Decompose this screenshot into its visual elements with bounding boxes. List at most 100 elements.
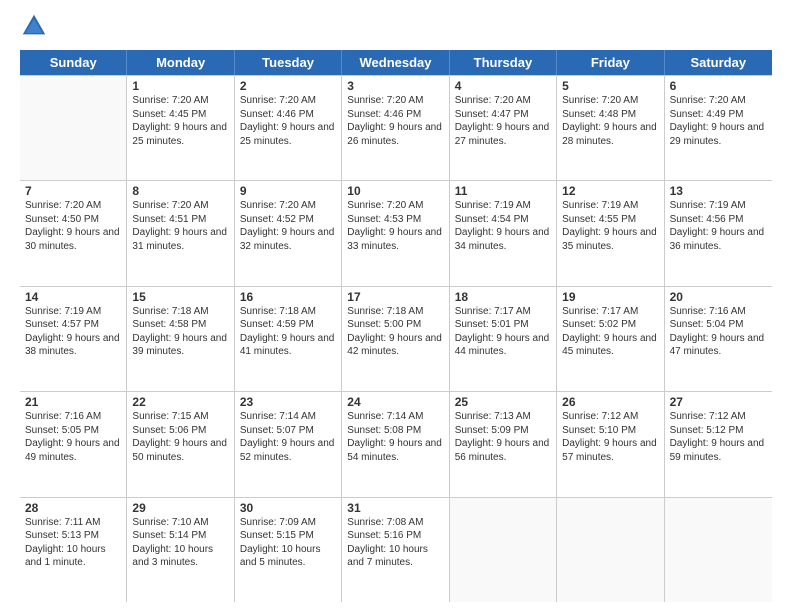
day-number: 3 — [347, 79, 443, 93]
calendar-day-30: 30Sunrise: 7:09 AM Sunset: 5:15 PM Dayli… — [235, 498, 342, 602]
day-info: Sunrise: 7:18 AM Sunset: 4:59 PM Dayligh… — [240, 305, 336, 359]
day-number: 8 — [132, 184, 228, 198]
day-number: 22 — [132, 395, 228, 409]
day-info: Sunrise: 7:08 AM Sunset: 5:16 PM Dayligh… — [347, 516, 443, 570]
calendar-day-27: 27Sunrise: 7:12 AM Sunset: 5:12 PM Dayli… — [665, 392, 772, 496]
logo-icon — [20, 12, 48, 40]
day-number: 15 — [132, 290, 228, 304]
day-info: Sunrise: 7:11 AM Sunset: 5:13 PM Dayligh… — [25, 516, 121, 570]
day-info: Sunrise: 7:12 AM Sunset: 5:12 PM Dayligh… — [670, 410, 767, 464]
calendar-day-28: 28Sunrise: 7:11 AM Sunset: 5:13 PM Dayli… — [20, 498, 127, 602]
calendar-day-5: 5Sunrise: 7:20 AM Sunset: 4:48 PM Daylig… — [557, 76, 664, 180]
day-info: Sunrise: 7:09 AM Sunset: 5:15 PM Dayligh… — [240, 516, 336, 570]
calendar-day-9: 9Sunrise: 7:20 AM Sunset: 4:52 PM Daylig… — [235, 181, 342, 285]
day-header-thursday: Thursday — [450, 50, 557, 75]
calendar-day-15: 15Sunrise: 7:18 AM Sunset: 4:58 PM Dayli… — [127, 287, 234, 391]
calendar-day-17: 17Sunrise: 7:18 AM Sunset: 5:00 PM Dayli… — [342, 287, 449, 391]
day-info: Sunrise: 7:15 AM Sunset: 5:06 PM Dayligh… — [132, 410, 228, 464]
day-header-friday: Friday — [557, 50, 664, 75]
day-info: Sunrise: 7:20 AM Sunset: 4:48 PM Dayligh… — [562, 94, 658, 148]
day-number: 6 — [670, 79, 767, 93]
calendar-day-11: 11Sunrise: 7:19 AM Sunset: 4:54 PM Dayli… — [450, 181, 557, 285]
calendar-day-6: 6Sunrise: 7:20 AM Sunset: 4:49 PM Daylig… — [665, 76, 772, 180]
day-number: 27 — [670, 395, 767, 409]
day-info: Sunrise: 7:14 AM Sunset: 5:08 PM Dayligh… — [347, 410, 443, 464]
day-info: Sunrise: 7:20 AM Sunset: 4:53 PM Dayligh… — [347, 199, 443, 253]
calendar-day-24: 24Sunrise: 7:14 AM Sunset: 5:08 PM Dayli… — [342, 392, 449, 496]
day-number: 13 — [670, 184, 767, 198]
calendar-day-13: 13Sunrise: 7:19 AM Sunset: 4:56 PM Dayli… — [665, 181, 772, 285]
day-number: 18 — [455, 290, 551, 304]
day-number: 28 — [25, 501, 121, 515]
day-info: Sunrise: 7:19 AM Sunset: 4:57 PM Dayligh… — [25, 305, 121, 359]
calendar-day-16: 16Sunrise: 7:18 AM Sunset: 4:59 PM Dayli… — [235, 287, 342, 391]
day-number: 10 — [347, 184, 443, 198]
calendar-day-22: 22Sunrise: 7:15 AM Sunset: 5:06 PM Dayli… — [127, 392, 234, 496]
calendar-day-empty — [665, 498, 772, 602]
calendar-week-5: 28Sunrise: 7:11 AM Sunset: 5:13 PM Dayli… — [20, 498, 772, 602]
day-info: Sunrise: 7:20 AM Sunset: 4:52 PM Dayligh… — [240, 199, 336, 253]
day-info: Sunrise: 7:17 AM Sunset: 5:02 PM Dayligh… — [562, 305, 658, 359]
day-number: 7 — [25, 184, 121, 198]
calendar-day-23: 23Sunrise: 7:14 AM Sunset: 5:07 PM Dayli… — [235, 392, 342, 496]
day-number: 29 — [132, 501, 228, 515]
calendar-day-25: 25Sunrise: 7:13 AM Sunset: 5:09 PM Dayli… — [450, 392, 557, 496]
day-info: Sunrise: 7:13 AM Sunset: 5:09 PM Dayligh… — [455, 410, 551, 464]
day-number: 14 — [25, 290, 121, 304]
day-number: 9 — [240, 184, 336, 198]
calendar-day-10: 10Sunrise: 7:20 AM Sunset: 4:53 PM Dayli… — [342, 181, 449, 285]
calendar-day-20: 20Sunrise: 7:16 AM Sunset: 5:04 PM Dayli… — [665, 287, 772, 391]
day-header-monday: Monday — [127, 50, 234, 75]
calendar-day-1: 1Sunrise: 7:20 AM Sunset: 4:45 PM Daylig… — [127, 76, 234, 180]
day-info: Sunrise: 7:20 AM Sunset: 4:49 PM Dayligh… — [670, 94, 767, 148]
calendar-day-26: 26Sunrise: 7:12 AM Sunset: 5:10 PM Dayli… — [557, 392, 664, 496]
day-info: Sunrise: 7:20 AM Sunset: 4:47 PM Dayligh… — [455, 94, 551, 148]
calendar-day-4: 4Sunrise: 7:20 AM Sunset: 4:47 PM Daylig… — [450, 76, 557, 180]
day-info: Sunrise: 7:16 AM Sunset: 5:04 PM Dayligh… — [670, 305, 767, 359]
calendar-day-empty — [557, 498, 664, 602]
day-info: Sunrise: 7:20 AM Sunset: 4:51 PM Dayligh… — [132, 199, 228, 253]
day-number: 31 — [347, 501, 443, 515]
calendar-body: 1Sunrise: 7:20 AM Sunset: 4:45 PM Daylig… — [20, 75, 772, 602]
calendar-day-empty — [450, 498, 557, 602]
page: SundayMondayTuesdayWednesdayThursdayFrid… — [0, 0, 792, 612]
day-info: Sunrise: 7:18 AM Sunset: 5:00 PM Dayligh… — [347, 305, 443, 359]
calendar-week-2: 7Sunrise: 7:20 AM Sunset: 4:50 PM Daylig… — [20, 181, 772, 286]
day-number: 23 — [240, 395, 336, 409]
calendar-day-29: 29Sunrise: 7:10 AM Sunset: 5:14 PM Dayli… — [127, 498, 234, 602]
calendar-day-3: 3Sunrise: 7:20 AM Sunset: 4:46 PM Daylig… — [342, 76, 449, 180]
day-info: Sunrise: 7:10 AM Sunset: 5:14 PM Dayligh… — [132, 516, 228, 570]
calendar-header: SundayMondayTuesdayWednesdayThursdayFrid… — [20, 50, 772, 75]
calendar-week-1: 1Sunrise: 7:20 AM Sunset: 4:45 PM Daylig… — [20, 76, 772, 181]
day-number: 26 — [562, 395, 658, 409]
day-info: Sunrise: 7:20 AM Sunset: 4:45 PM Dayligh… — [132, 94, 228, 148]
day-number: 11 — [455, 184, 551, 198]
calendar-day-14: 14Sunrise: 7:19 AM Sunset: 4:57 PM Dayli… — [20, 287, 127, 391]
calendar-day-7: 7Sunrise: 7:20 AM Sunset: 4:50 PM Daylig… — [20, 181, 127, 285]
day-header-tuesday: Tuesday — [235, 50, 342, 75]
header — [20, 16, 772, 40]
calendar-day-19: 19Sunrise: 7:17 AM Sunset: 5:02 PM Dayli… — [557, 287, 664, 391]
day-info: Sunrise: 7:20 AM Sunset: 4:46 PM Dayligh… — [240, 94, 336, 148]
day-info: Sunrise: 7:19 AM Sunset: 4:54 PM Dayligh… — [455, 199, 551, 253]
day-number: 2 — [240, 79, 336, 93]
day-info: Sunrise: 7:19 AM Sunset: 4:55 PM Dayligh… — [562, 199, 658, 253]
day-info: Sunrise: 7:20 AM Sunset: 4:46 PM Dayligh… — [347, 94, 443, 148]
day-number: 4 — [455, 79, 551, 93]
day-header-saturday: Saturday — [665, 50, 772, 75]
calendar-week-4: 21Sunrise: 7:16 AM Sunset: 5:05 PM Dayli… — [20, 392, 772, 497]
calendar-day-2: 2Sunrise: 7:20 AM Sunset: 4:46 PM Daylig… — [235, 76, 342, 180]
day-number: 30 — [240, 501, 336, 515]
calendar-day-12: 12Sunrise: 7:19 AM Sunset: 4:55 PM Dayli… — [557, 181, 664, 285]
calendar: SundayMondayTuesdayWednesdayThursdayFrid… — [20, 50, 772, 602]
day-info: Sunrise: 7:20 AM Sunset: 4:50 PM Dayligh… — [25, 199, 121, 253]
day-header-wednesday: Wednesday — [342, 50, 449, 75]
logo — [20, 16, 52, 40]
calendar-day-8: 8Sunrise: 7:20 AM Sunset: 4:51 PM Daylig… — [127, 181, 234, 285]
calendar-day-18: 18Sunrise: 7:17 AM Sunset: 5:01 PM Dayli… — [450, 287, 557, 391]
day-info: Sunrise: 7:19 AM Sunset: 4:56 PM Dayligh… — [670, 199, 767, 253]
day-number: 19 — [562, 290, 658, 304]
day-info: Sunrise: 7:12 AM Sunset: 5:10 PM Dayligh… — [562, 410, 658, 464]
day-number: 25 — [455, 395, 551, 409]
day-info: Sunrise: 7:18 AM Sunset: 4:58 PM Dayligh… — [132, 305, 228, 359]
